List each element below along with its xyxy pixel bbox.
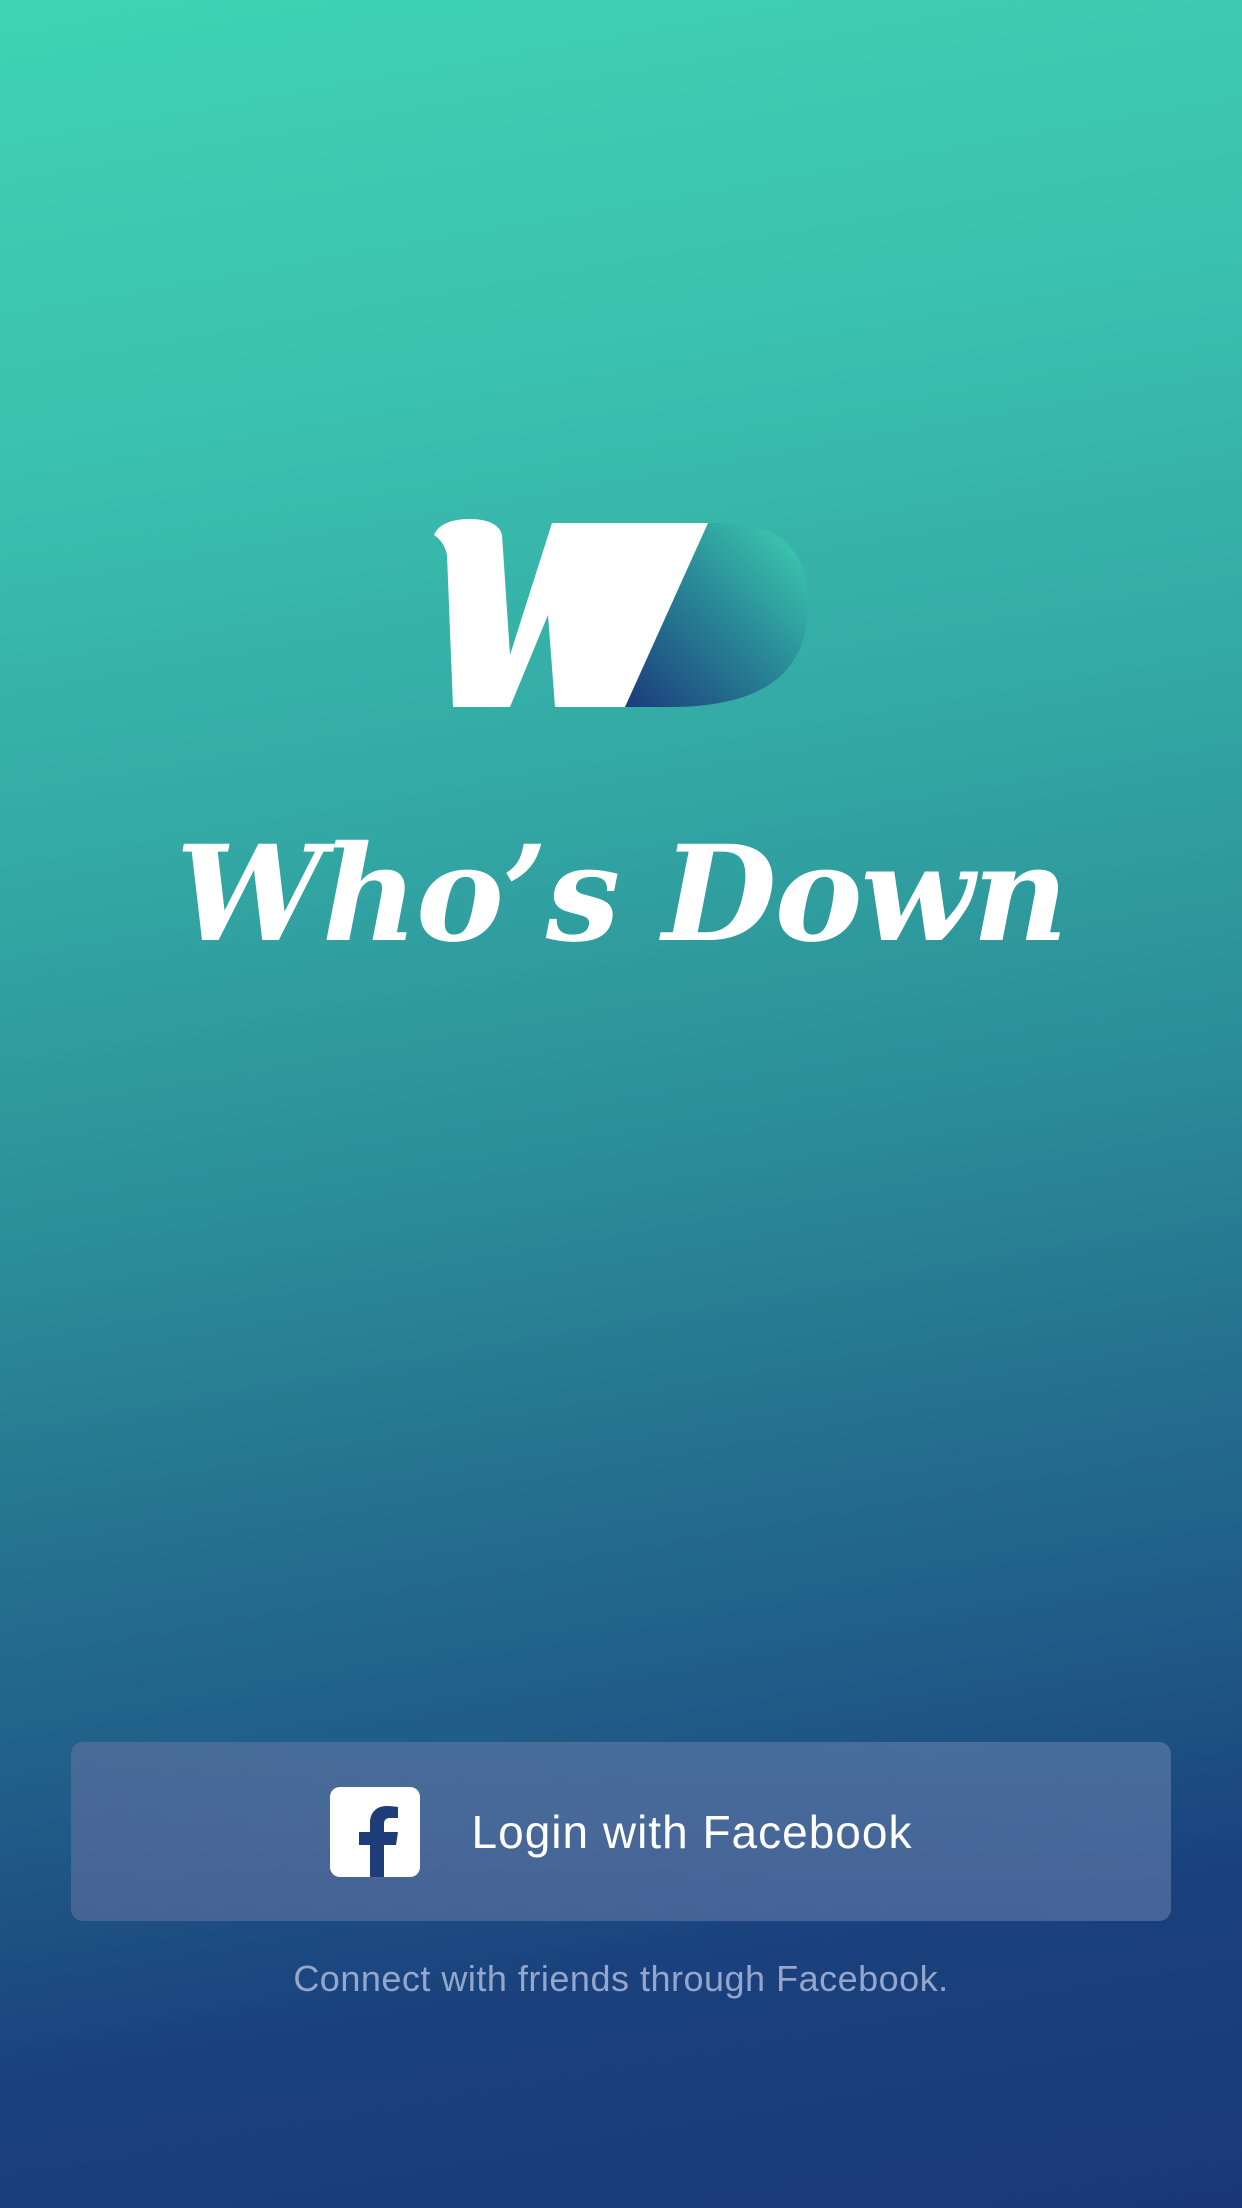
login-subtext: Connect with friends through Facebook. xyxy=(293,1958,949,1999)
login-button-label: Login with Facebook xyxy=(471,1805,913,1858)
wd-logo-icon xyxy=(430,515,810,710)
facebook-icon xyxy=(329,1786,420,1877)
login-with-facebook-button[interactable]: Login with Facebook xyxy=(71,1742,1171,1921)
app-title: Who’s Down xyxy=(175,817,1069,972)
login-screen: Who’s Down Login with Facebook Connect w… xyxy=(0,0,1242,2208)
